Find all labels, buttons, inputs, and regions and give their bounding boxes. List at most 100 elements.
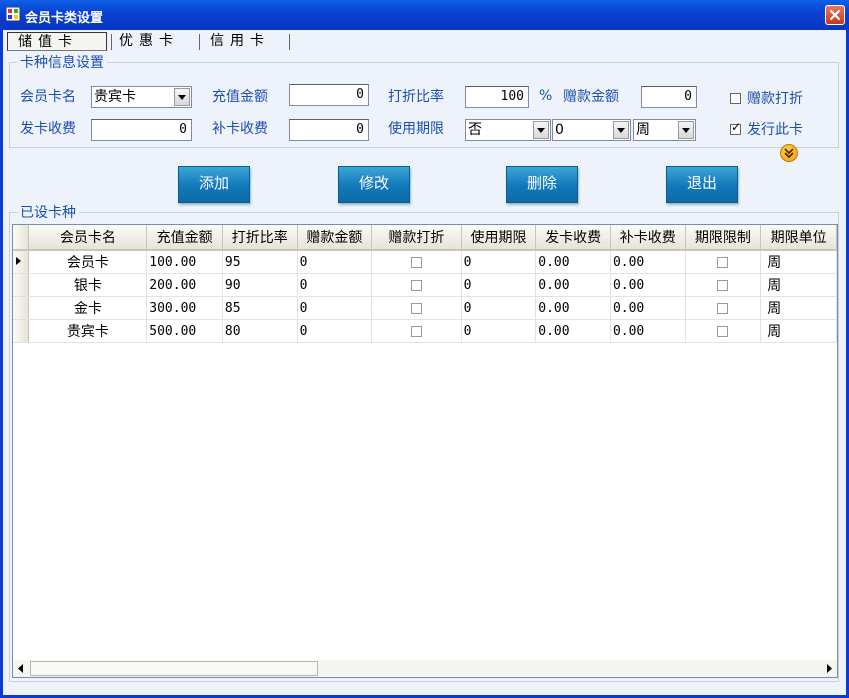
cell-recharge[interactable]: 300.00 — [146, 296, 223, 320]
card-grid[interactable]: 会员卡名 充值金额 打折比率 赠款金额 赠款打折 使用期限 发卡收费 补卡收费 … — [12, 224, 838, 678]
tab-discount-card[interactable]: 优惠卡 — [119, 32, 199, 51]
delete-button[interactable]: 删除 — [506, 166, 578, 203]
cell-gift-discount[interactable] — [371, 250, 462, 274]
expand-button[interactable] — [780, 144, 798, 162]
cell-discount[interactable]: 85 — [222, 296, 298, 320]
column-header[interactable]: 期限限制 — [685, 225, 762, 251]
cell-term-unit[interactable]: 周 — [760, 296, 837, 320]
gift-discount-checkbox[interactable] — [730, 93, 741, 104]
card-name-select[interactable]: 贵宾卡 — [91, 86, 192, 108]
chevron-down-icon[interactable] — [533, 121, 549, 139]
column-header[interactable]: 使用期限 — [461, 225, 537, 251]
table-row[interactable]: 会员卡 100.00 95 0 0 0.00 0.00 周 — [13, 250, 837, 274]
cell-gift[interactable]: 0 — [297, 319, 373, 343]
column-header[interactable]: 打折比率 — [222, 225, 298, 251]
cell-replace-fee[interactable]: 0.00 — [610, 296, 686, 320]
recharge-input[interactable]: 0 — [289, 84, 369, 106]
cell-gift-discount[interactable] — [371, 273, 462, 297]
cell-card-name[interactable]: 贵宾卡 — [28, 319, 148, 343]
cell-gift[interactable]: 0 — [297, 250, 373, 274]
term-limit-checkbox[interactable] — [717, 302, 729, 314]
cell-issue-fee[interactable]: 0.00 — [535, 250, 611, 274]
cell-recharge[interactable]: 500.00 — [146, 319, 223, 343]
cell-recharge[interactable]: 200.00 — [146, 273, 223, 297]
exit-button[interactable]: 退出 — [666, 166, 738, 203]
term-limit-checkbox[interactable] — [717, 279, 729, 291]
table-row[interactable]: 贵宾卡 500.00 80 0 0 0.00 0.00 周 — [13, 319, 837, 343]
cell-term-unit[interactable]: 周 — [760, 319, 837, 343]
cell-discount[interactable]: 95 — [222, 250, 298, 274]
validity-enabled-select[interactable]: 否 — [465, 119, 551, 141]
cell-term-unit[interactable]: 周 — [760, 273, 837, 297]
issue-fee-input[interactable]: 0 — [91, 119, 192, 141]
gift-discount-checkbox[interactable] — [410, 325, 422, 337]
gift-amount-input[interactable]: 0 — [641, 86, 697, 108]
table-row[interactable]: 银卡 200.00 90 0 0 0.00 0.00 周 — [13, 273, 837, 297]
cell-gift-discount[interactable] — [371, 296, 462, 320]
column-header[interactable]: 充值金额 — [146, 225, 223, 251]
cell-discount[interactable]: 80 — [222, 319, 298, 343]
column-header[interactable]: 会员卡名 — [28, 225, 148, 251]
chevron-down-icon[interactable] — [174, 88, 190, 106]
cell-validity[interactable]: 0 — [461, 273, 537, 297]
cell-term-limit[interactable] — [685, 319, 762, 343]
cell-term-limit[interactable] — [685, 273, 762, 297]
cell-discount[interactable]: 90 — [222, 273, 298, 297]
term-limit-checkbox[interactable] — [717, 325, 729, 337]
tab-credit-card[interactable]: 信用卡 — [210, 32, 290, 51]
add-button[interactable]: 添加 — [178, 166, 250, 203]
cell-issue-fee[interactable]: 0.00 — [535, 273, 611, 297]
column-header[interactable]: 期限单位 — [760, 225, 837, 251]
client-area: 储值卡 优惠卡 信用卡 卡种信息设置 会员卡名 贵宾卡 充值金额 0 打折比率 … — [3, 30, 846, 695]
row-header[interactable] — [13, 250, 30, 274]
column-header[interactable]: 赠款打折 — [371, 225, 462, 251]
row-header[interactable] — [13, 273, 30, 297]
cell-term-unit[interactable]: 周 — [760, 250, 837, 274]
cell-card-name[interactable]: 会员卡 — [28, 250, 148, 274]
replace-fee-input[interactable]: 0 — [289, 119, 369, 141]
gift-discount-checkbox[interactable] — [410, 279, 422, 291]
cell-issue-fee[interactable]: 0.00 — [535, 319, 611, 343]
cell-issue-fee[interactable]: 0.00 — [535, 296, 611, 320]
app-icon — [6, 7, 20, 21]
column-header[interactable]: 赠款金额 — [297, 225, 373, 251]
gift-discount-checkbox[interactable] — [410, 256, 422, 268]
tab-separator — [199, 34, 200, 50]
gift-discount-checkbox[interactable] — [410, 302, 422, 314]
cell-gift[interactable]: 0 — [297, 273, 373, 297]
cell-gift-discount[interactable] — [371, 319, 462, 343]
chevron-down-icon[interactable] — [678, 121, 694, 139]
modify-button[interactable]: 修改 — [338, 166, 410, 203]
term-limit-checkbox[interactable] — [717, 256, 729, 268]
validity-unit-select[interactable]: 周 — [633, 119, 696, 141]
issue-card-checkbox[interactable] — [730, 120, 741, 135]
row-header[interactable] — [13, 296, 30, 320]
cell-replace-fee[interactable]: 0.00 — [610, 319, 686, 343]
cell-recharge[interactable]: 100.00 — [146, 250, 223, 274]
validity-amount-select[interactable]: 0 — [552, 119, 631, 141]
cell-card-name[interactable]: 金卡 — [28, 296, 148, 320]
column-header[interactable]: 发卡收费 — [535, 225, 611, 251]
discount-input[interactable]: 100 — [465, 86, 529, 108]
title-bar[interactable]: 会员卡类设置 — [0, 0, 849, 30]
cell-replace-fee[interactable]: 0.00 — [610, 250, 686, 274]
cell-validity[interactable]: 0 — [461, 250, 537, 274]
validity-label: 使用期限 — [388, 121, 444, 137]
cell-term-limit[interactable] — [685, 296, 762, 320]
tab-stored-value-card[interactable]: 储值卡 — [7, 32, 107, 51]
chevron-down-icon[interactable] — [613, 121, 629, 139]
table-row[interactable]: 金卡 300.00 85 0 0 0.00 0.00 周 — [13, 296, 837, 320]
cell-term-limit[interactable] — [685, 250, 762, 274]
scrollbar-thumb[interactable] — [30, 661, 318, 676]
cell-replace-fee[interactable]: 0.00 — [610, 273, 686, 297]
cell-gift[interactable]: 0 — [297, 296, 373, 320]
horizontal-scrollbar[interactable] — [13, 660, 837, 677]
cell-card-name[interactable]: 银卡 — [28, 273, 148, 297]
scroll-left-icon[interactable] — [13, 660, 29, 677]
cell-validity[interactable]: 0 — [461, 296, 537, 320]
row-header[interactable] — [13, 319, 30, 343]
close-button[interactable] — [825, 5, 845, 25]
cell-validity[interactable]: 0 — [461, 319, 537, 343]
column-header[interactable]: 补卡收费 — [610, 225, 686, 251]
scroll-right-icon[interactable] — [821, 660, 837, 677]
